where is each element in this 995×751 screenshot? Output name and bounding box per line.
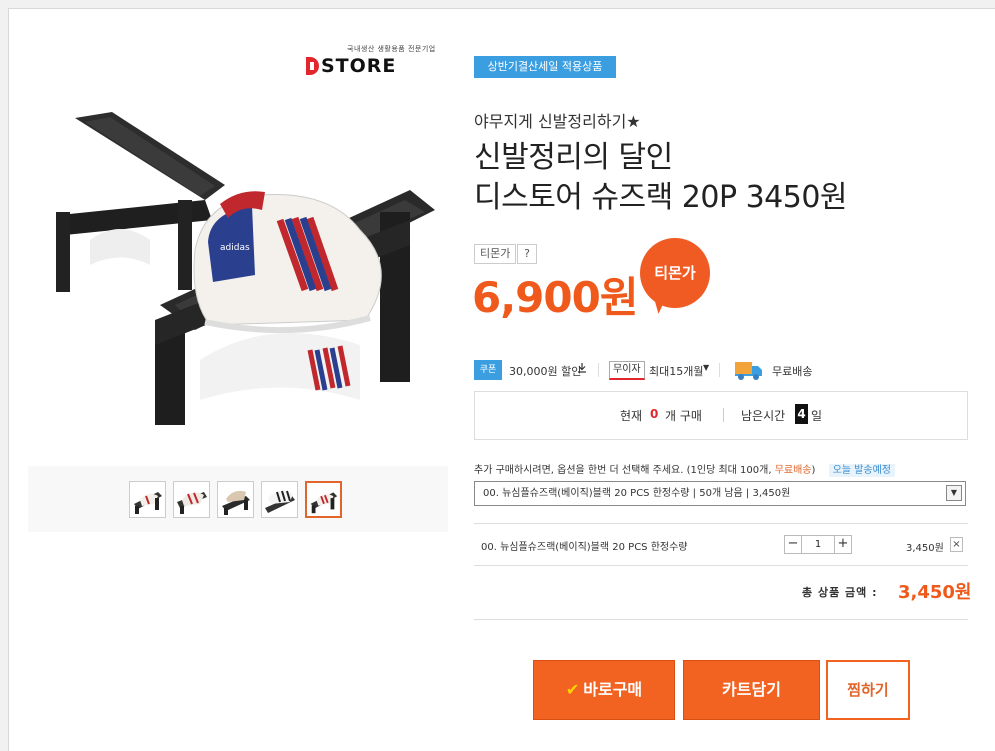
svg-text:adidas: adidas [220,243,250,253]
option-notice: 추가 구매하시려면, 옵션을 한번 더 선택해 주세요. (1인당 최대 100… [474,461,895,477]
logo-text: STORE [321,55,397,77]
check-icon: ✔ [565,680,580,699]
product-price: 6,900원 [472,273,638,322]
thumbnail-1[interactable] [129,481,166,518]
logo-d-mark [306,57,319,75]
option-select-value: 00. 뉴심플슈즈랙(베이직)블랙 20 PCS 한정수량 | 50개 남음 |… [483,488,791,499]
current-count: 0 [650,407,659,421]
product-title: 신발정리의 달인 디스토어 슈즈랙 20P 3450원 [474,138,848,218]
dropdown-arrow-icon[interactable]: ▼ [946,485,962,501]
price-help-button[interactable]: ? [517,244,537,264]
option-notice-text: 추가 구매하시려면, 옵션을 한번 더 선택해 주세요. (1인당 최대 100… [474,465,772,476]
option-select[interactable]: 00. 뉴심플슈즈랙(베이직)블랙 20 PCS 한정수량 | 50개 남음 |… [474,481,966,506]
wishlist-button[interactable]: 찜하기 [826,660,910,720]
current-label: 현재 [620,409,643,423]
installment-badge: 무이자 [609,361,645,380]
installment-text[interactable]: 최대15개월 [649,363,703,379]
current-unit: 개 구매 [665,409,702,423]
product-title-line-2: 디스토어 슈즈랙 20P 3450원 [474,180,848,215]
thumbnail-4[interactable] [261,481,298,518]
brand-tagline: 국내생산 생활용품 전문기업 [347,45,436,53]
thumbnail-3[interactable] [217,481,254,518]
remaining-label: 남은시간 [741,409,786,423]
product-subtitle: 야무지게 신발정리하기★ [474,112,641,131]
event-badge: 상반기결산세일 적용상품 [474,56,616,78]
delivery-text: 무료배송 [772,365,813,378]
total-value: 3,450원 [898,582,972,603]
option-notice-close: ) [811,465,816,476]
deal-status-box: 현재 0 개 구매 남은시간 4 일 [474,391,968,440]
add-to-cart-button[interactable]: 카트담기 [683,660,820,720]
total-label: 총 상품 금액 : [802,586,878,599]
thumbnail-2[interactable] [173,481,210,518]
download-icon[interactable] [577,362,587,374]
quantity-increase-button[interactable]: + [834,535,852,554]
product-title-line-1: 신발정리의 달인 [474,140,673,175]
divider [474,523,968,524]
remove-item-button[interactable]: × [950,537,963,552]
thumbnail-5-selected[interactable] [305,481,342,518]
coupon-badge: 쿠폰 [474,360,502,380]
quantity-decrease-button[interactable]: − [784,535,802,554]
divider [474,619,968,620]
coupon-text: 30,000원 할인 [509,365,582,378]
selected-item-price: 3,450원 [906,543,944,554]
remaining-days: 4 [795,404,808,424]
benefits-row: 쿠폰 30,000원 할인 무이자 최대15개월 ▼ 무료배송 [474,360,968,382]
free-shipping-note: 무료배송 [774,465,812,476]
remaining-unit: 일 [811,409,823,423]
quantity-input[interactable]: 1 [802,535,834,554]
ship-today-badge: 오늘 발송예정 [828,464,895,477]
divider [723,408,724,422]
selected-item-name: 00. 뉴심플슈즈랙(베이직)블랙 20 PCS 한정수량 [481,542,688,553]
divider [719,363,720,377]
divider [598,363,599,377]
buy-now-label: 바로구매 [583,680,643,699]
divider [474,565,968,566]
product-image: adidas [56,112,435,425]
truck-icon [735,362,762,380]
buy-now-button[interactable]: ✔ 바로구매 [533,660,675,720]
price-speech-bubble: 티몬가 [640,238,710,308]
chevron-down-icon[interactable]: ▼ [703,363,709,372]
price-type-label: 티몬가 [474,244,517,264]
brand-logo[interactable]: STORE [306,55,396,77]
